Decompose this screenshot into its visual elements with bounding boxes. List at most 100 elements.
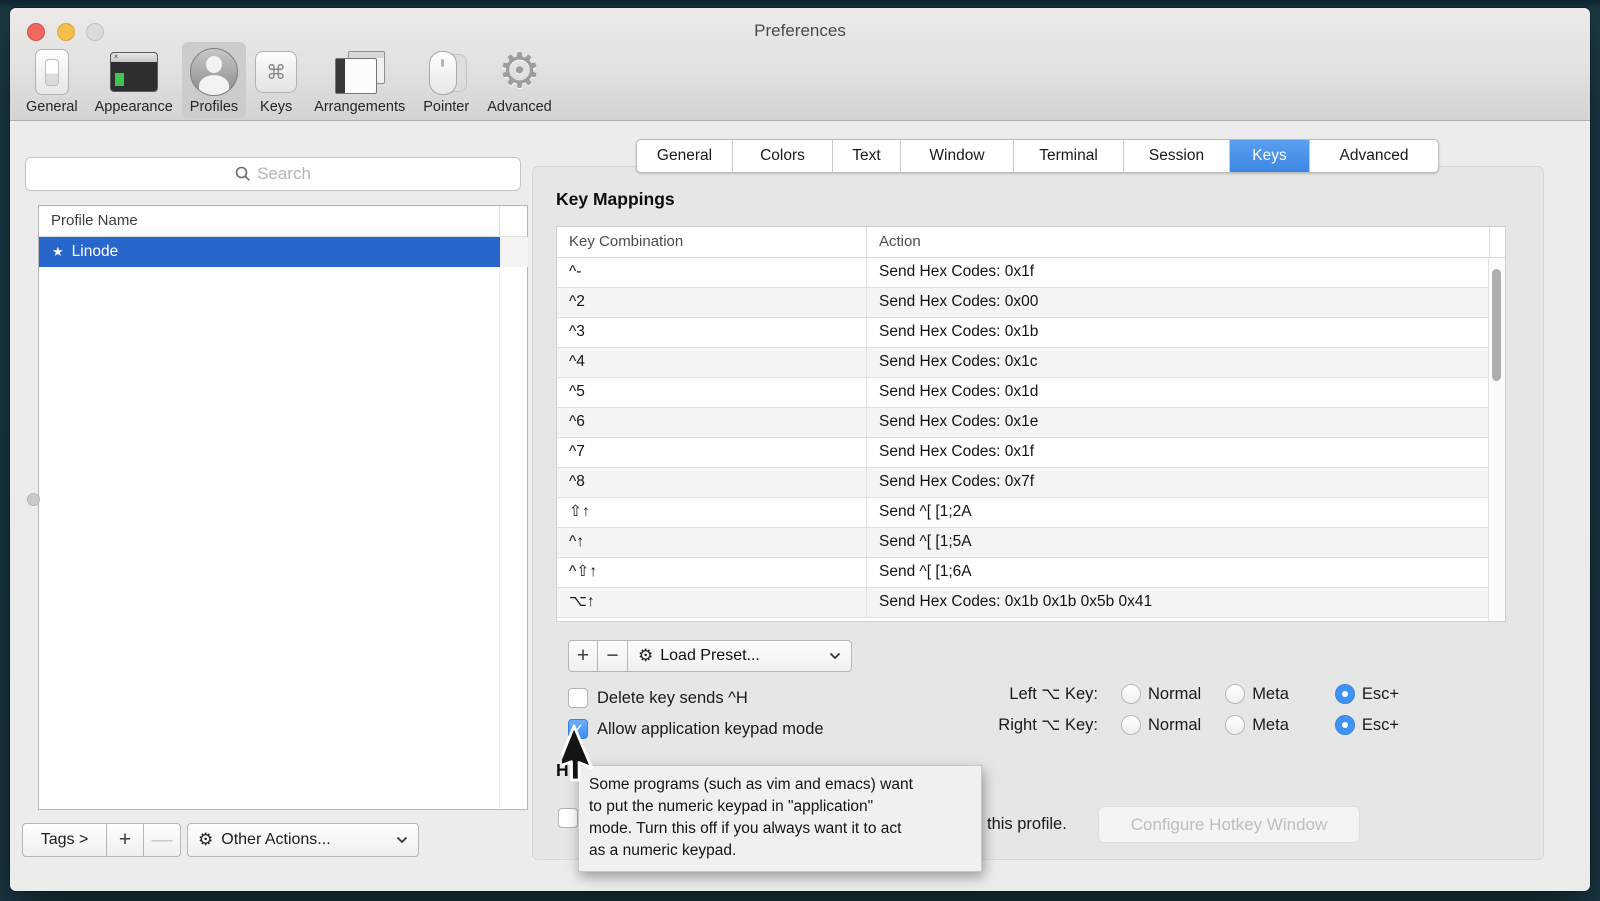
table-row[interactable]: ^-Send Hex Codes: 0x1f	[557, 258, 1489, 288]
window-title: Preferences	[10, 21, 1590, 41]
tab-general[interactable]: General	[637, 140, 733, 172]
keypad-mode-tooltip: Some programs (such as vim and emacs) wa…	[578, 765, 982, 872]
key-mappings-heading: Key Mappings	[556, 189, 675, 210]
table-body: ^-Send Hex Codes: 0x1f^2Send Hex Codes: …	[557, 258, 1489, 621]
action-cell: Send Hex Codes: 0x1f	[867, 438, 1489, 467]
table-row[interactable]: ^3Send Hex Codes: 0x1b	[557, 318, 1489, 348]
tags-button[interactable]: Tags >	[22, 823, 107, 857]
add-mapping-button[interactable]: +	[568, 640, 598, 672]
left-option-normal[interactable]: Normal	[1121, 684, 1201, 704]
key-combination-cell: ⌥↑	[557, 588, 867, 617]
windows-icon	[335, 51, 385, 93]
column-header-key-combination[interactable]: Key Combination	[557, 227, 867, 257]
column-header-action[interactable]: Action	[867, 227, 1490, 257]
tab-keys[interactable]: Keys	[1230, 140, 1310, 172]
scrollbar-thumb[interactable]	[1492, 269, 1501, 381]
toolbar-item-profiles[interactable]: Profiles	[182, 42, 246, 118]
right-option-normal[interactable]: Normal	[1121, 715, 1201, 735]
chevron-down-icon	[396, 831, 408, 849]
action-cell: Send Hex Codes: 0x1e	[867, 408, 1489, 437]
key-combination-cell: ^8	[557, 468, 867, 497]
key-combination-cell: ⇧↑	[557, 498, 867, 527]
hotkey-profile-text: this profile.	[987, 815, 1067, 834]
column-divider	[499, 206, 500, 809]
left-option-key-group: Left ⌥ Key: Normal Meta Esc+	[965, 684, 1399, 704]
tab-terminal[interactable]: Terminal	[1014, 140, 1124, 172]
action-cell: Send Hex Codes: 0x1d	[867, 378, 1489, 407]
star-icon: ★	[52, 244, 64, 260]
delete-key-checkbox[interactable]	[568, 688, 588, 708]
gear-icon: ⚙	[198, 830, 213, 850]
key-combination-cell: ^3	[557, 318, 867, 347]
action-cell: Send Hex Codes: 0x1f	[867, 258, 1489, 287]
remove-mapping-button[interactable]: −	[598, 640, 628, 672]
search-icon	[235, 166, 251, 182]
profile-list: Profile Name ★ Linode	[38, 205, 528, 810]
action-cell: Send ^[ [1;6A	[867, 558, 1489, 587]
right-option-key-group: Right ⌥ Key: Normal Meta Esc+	[965, 715, 1399, 735]
table-row[interactable]: ^⇧↑Send ^[ [1;6A	[557, 558, 1489, 588]
other-actions-dropdown[interactable]: ⚙ Other Actions...	[187, 823, 419, 857]
terminal-window-icon	[110, 52, 158, 92]
table-row[interactable]: ^8Send Hex Codes: 0x7f	[557, 468, 1489, 498]
search-input[interactable]: Search	[25, 157, 521, 191]
key-mappings-controls: + − ⚙ Load Preset...	[568, 640, 852, 672]
action-cell: Send Hex Codes: 0x00	[867, 288, 1489, 317]
tab-session[interactable]: Session	[1124, 140, 1230, 172]
preferences-window: Preferences General Appearance Profiles …	[10, 8, 1590, 891]
toolbar-item-keys[interactable]: ⌘ Keys	[247, 42, 305, 118]
tab-window[interactable]: Window	[901, 140, 1014, 172]
preferences-toolbar: General Appearance Profiles ⌘ Keys Arran…	[18, 42, 561, 118]
table-row[interactable]: ^↑Send ^[ [1;5A	[557, 528, 1489, 558]
person-icon	[190, 48, 238, 96]
toolbar-item-general[interactable]: General	[18, 42, 86, 118]
gear-icon: ⚙	[498, 48, 541, 96]
chevron-down-icon	[829, 647, 841, 665]
table-row[interactable]: ^7Send Hex Codes: 0x1f	[557, 438, 1489, 468]
tab-text[interactable]: Text	[833, 140, 901, 172]
toolbar-item-arrangements[interactable]: Arrangements	[306, 42, 413, 118]
key-combination-cell: ^2	[557, 288, 867, 317]
key-combination-cell: ^4	[557, 348, 867, 377]
table-row[interactable]: ⇧↑Send ^[ [1;2A	[557, 498, 1489, 528]
key-combination-cell: ^5	[557, 378, 867, 407]
table-row[interactable]: ^4Send Hex Codes: 0x1c	[557, 348, 1489, 378]
hotkey-checkbox[interactable]	[558, 808, 578, 828]
key-combination-cell: ^7	[557, 438, 867, 467]
table-row[interactable]: ^5Send Hex Codes: 0x1d	[557, 378, 1489, 408]
table-row[interactable]: ^6Send Hex Codes: 0x1e	[557, 408, 1489, 438]
profile-name: Linode	[72, 243, 119, 261]
tab-advanced[interactable]: Advanced	[1310, 140, 1438, 172]
key-combination-cell: ^⇧↑	[557, 558, 867, 587]
tab-colors[interactable]: Colors	[733, 140, 833, 172]
toolbar-item-appearance[interactable]: Appearance	[87, 42, 181, 118]
left-option-esc[interactable]: Esc+	[1335, 684, 1399, 704]
table-scrollbar[interactable]	[1488, 258, 1505, 621]
configure-hotkey-window-button[interactable]: Configure Hotkey Window	[1098, 806, 1360, 843]
toolbar-item-advanced[interactable]: ⚙ Advanced	[479, 42, 560, 118]
profile-tabbar: GeneralColorsTextWindowTerminalSessionKe…	[636, 139, 1439, 173]
load-preset-dropdown[interactable]: ⚙ Load Preset...	[628, 640, 852, 672]
action-cell: Send ^[ [1;5A	[867, 528, 1489, 557]
key-combination-cell: ^-	[557, 258, 867, 287]
key-combination-cell: ^6	[557, 408, 867, 437]
delete-key-sends-option: Delete key sends ^H	[568, 688, 748, 708]
profile-name-column-header[interactable]: Profile Name	[39, 206, 527, 237]
toolbar-item-pointer[interactable]: Pointer	[414, 42, 478, 118]
profile-list-controls: Tags > + — ⚙ Other Actions...	[22, 823, 419, 857]
profile-row-linode[interactable]: ★ Linode	[39, 237, 500, 267]
right-option-meta[interactable]: Meta	[1225, 715, 1289, 735]
add-profile-button[interactable]: +	[107, 823, 144, 857]
action-cell: Send Hex Codes: 0x1c	[867, 348, 1489, 377]
key-combination-cell: ^↑	[557, 528, 867, 557]
gear-icon: ⚙	[638, 646, 653, 666]
mouse-cursor	[562, 720, 618, 788]
remove-profile-button: —	[144, 823, 181, 857]
table-row[interactable]: ^2Send Hex Codes: 0x00	[557, 288, 1489, 318]
key-mappings-table: Key Combination Action ^-Send Hex Codes:…	[556, 226, 1506, 622]
right-option-esc[interactable]: Esc+	[1335, 715, 1399, 735]
table-header: Key Combination Action	[557, 227, 1505, 258]
pane-resize-handle[interactable]	[27, 493, 40, 506]
left-option-meta[interactable]: Meta	[1225, 684, 1289, 704]
table-row[interactable]: ⌥↑Send Hex Codes: 0x1b 0x1b 0x5b 0x41	[557, 588, 1489, 618]
